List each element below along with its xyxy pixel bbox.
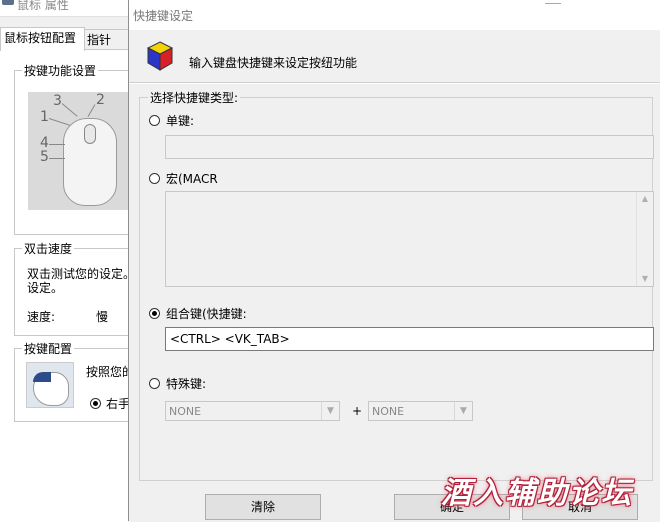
- speed-value: 慢: [96, 310, 109, 324]
- combo-key-radio[interactable]: [149, 308, 160, 319]
- mouse-wheel-icon: [84, 124, 96, 144]
- scroll-up-icon[interactable]: ▲: [637, 192, 653, 206]
- dialog-instruction: 输入键盘快捷键来设定按纽功能: [189, 56, 358, 70]
- combo-key-label: 组合键(快捷键:: [166, 307, 247, 321]
- select-1-value: NONE: [169, 405, 202, 418]
- tab-pointer[interactable]: 指针: [83, 29, 131, 50]
- dialog-title: 快捷键设定: [133, 9, 194, 23]
- single-key-option[interactable]: 单键:: [149, 112, 194, 129]
- macro-textarea[interactable]: ▲ ▼: [165, 191, 654, 287]
- chevron-down-icon[interactable]: ▼: [454, 402, 472, 420]
- double-click-text-2: 设定。: [27, 281, 64, 295]
- special-key-option[interactable]: 特殊键:: [149, 375, 206, 392]
- tab-button-config[interactable]: 鼠标按钮配置: [0, 27, 85, 51]
- shortcut-dialog: 快捷键设定 输入键盘快捷键来设定按纽功能 选择快捷键类型: 单键: 宏(MACR…: [128, 0, 660, 521]
- single-key-label: 单键:: [166, 114, 195, 128]
- macro-radio[interactable]: [149, 173, 160, 184]
- double-click-group-label: 双击速度: [22, 240, 75, 257]
- special-key-radio[interactable]: [149, 378, 160, 389]
- mouse-button-number: 1: [40, 109, 49, 125]
- shortcut-type-label: 选择快捷键类型:: [148, 89, 241, 106]
- combo-key-value: <CTRL> <VK_TAB>: [170, 332, 290, 346]
- mouse-button-number: 2: [96, 92, 105, 108]
- window-icon: [2, 0, 14, 5]
- cube-icon: [146, 41, 174, 71]
- single-key-input[interactable]: [165, 135, 654, 159]
- close-button[interactable]: [545, 0, 561, 4]
- combo-key-option[interactable]: 组合键(快捷键:: [149, 305, 247, 322]
- button-config-text: 按照您的: [86, 365, 135, 379]
- chevron-down-icon[interactable]: ▼: [321, 402, 339, 420]
- window-title: 鼠标 属性: [17, 0, 69, 12]
- macro-scrollbar[interactable]: ▲ ▼: [636, 192, 653, 286]
- macro-label: 宏(MACRO: [166, 172, 218, 186]
- special-key-select-2[interactable]: NONE ▼: [368, 401, 473, 421]
- clear-button[interactable]: 清除: [205, 494, 321, 520]
- dialog-title-bar: 快捷键设定: [129, 0, 660, 30]
- special-key-label: 特殊键:: [166, 377, 207, 391]
- plus-sign: +: [352, 404, 363, 418]
- button-config-group-label: 按键配置: [22, 340, 75, 357]
- combo-key-input[interactable]: <CTRL> <VK_TAB>: [165, 327, 654, 351]
- scroll-down-icon[interactable]: ▼: [637, 272, 653, 286]
- macro-option[interactable]: 宏(MACRO: [149, 170, 218, 187]
- special-key-select-1[interactable]: NONE ▼: [165, 401, 340, 421]
- mouse-button-highlight: [33, 372, 51, 382]
- single-key-radio[interactable]: [149, 115, 160, 126]
- right-hand-label: 右手: [106, 397, 131, 411]
- select-2-value: NONE: [372, 405, 405, 418]
- mouse-button-number: 5: [40, 149, 49, 165]
- divider: [129, 82, 660, 84]
- forum-watermark: 酒入辅助论坛: [441, 476, 633, 511]
- callout-line: [49, 144, 65, 145]
- button-function-group-label: 按键功能设置: [22, 62, 99, 79]
- speed-label: 速度:: [27, 310, 56, 324]
- mouse-button-number: 3: [53, 93, 62, 109]
- right-hand-radio[interactable]: [90, 398, 101, 409]
- callout-line: [49, 158, 65, 159]
